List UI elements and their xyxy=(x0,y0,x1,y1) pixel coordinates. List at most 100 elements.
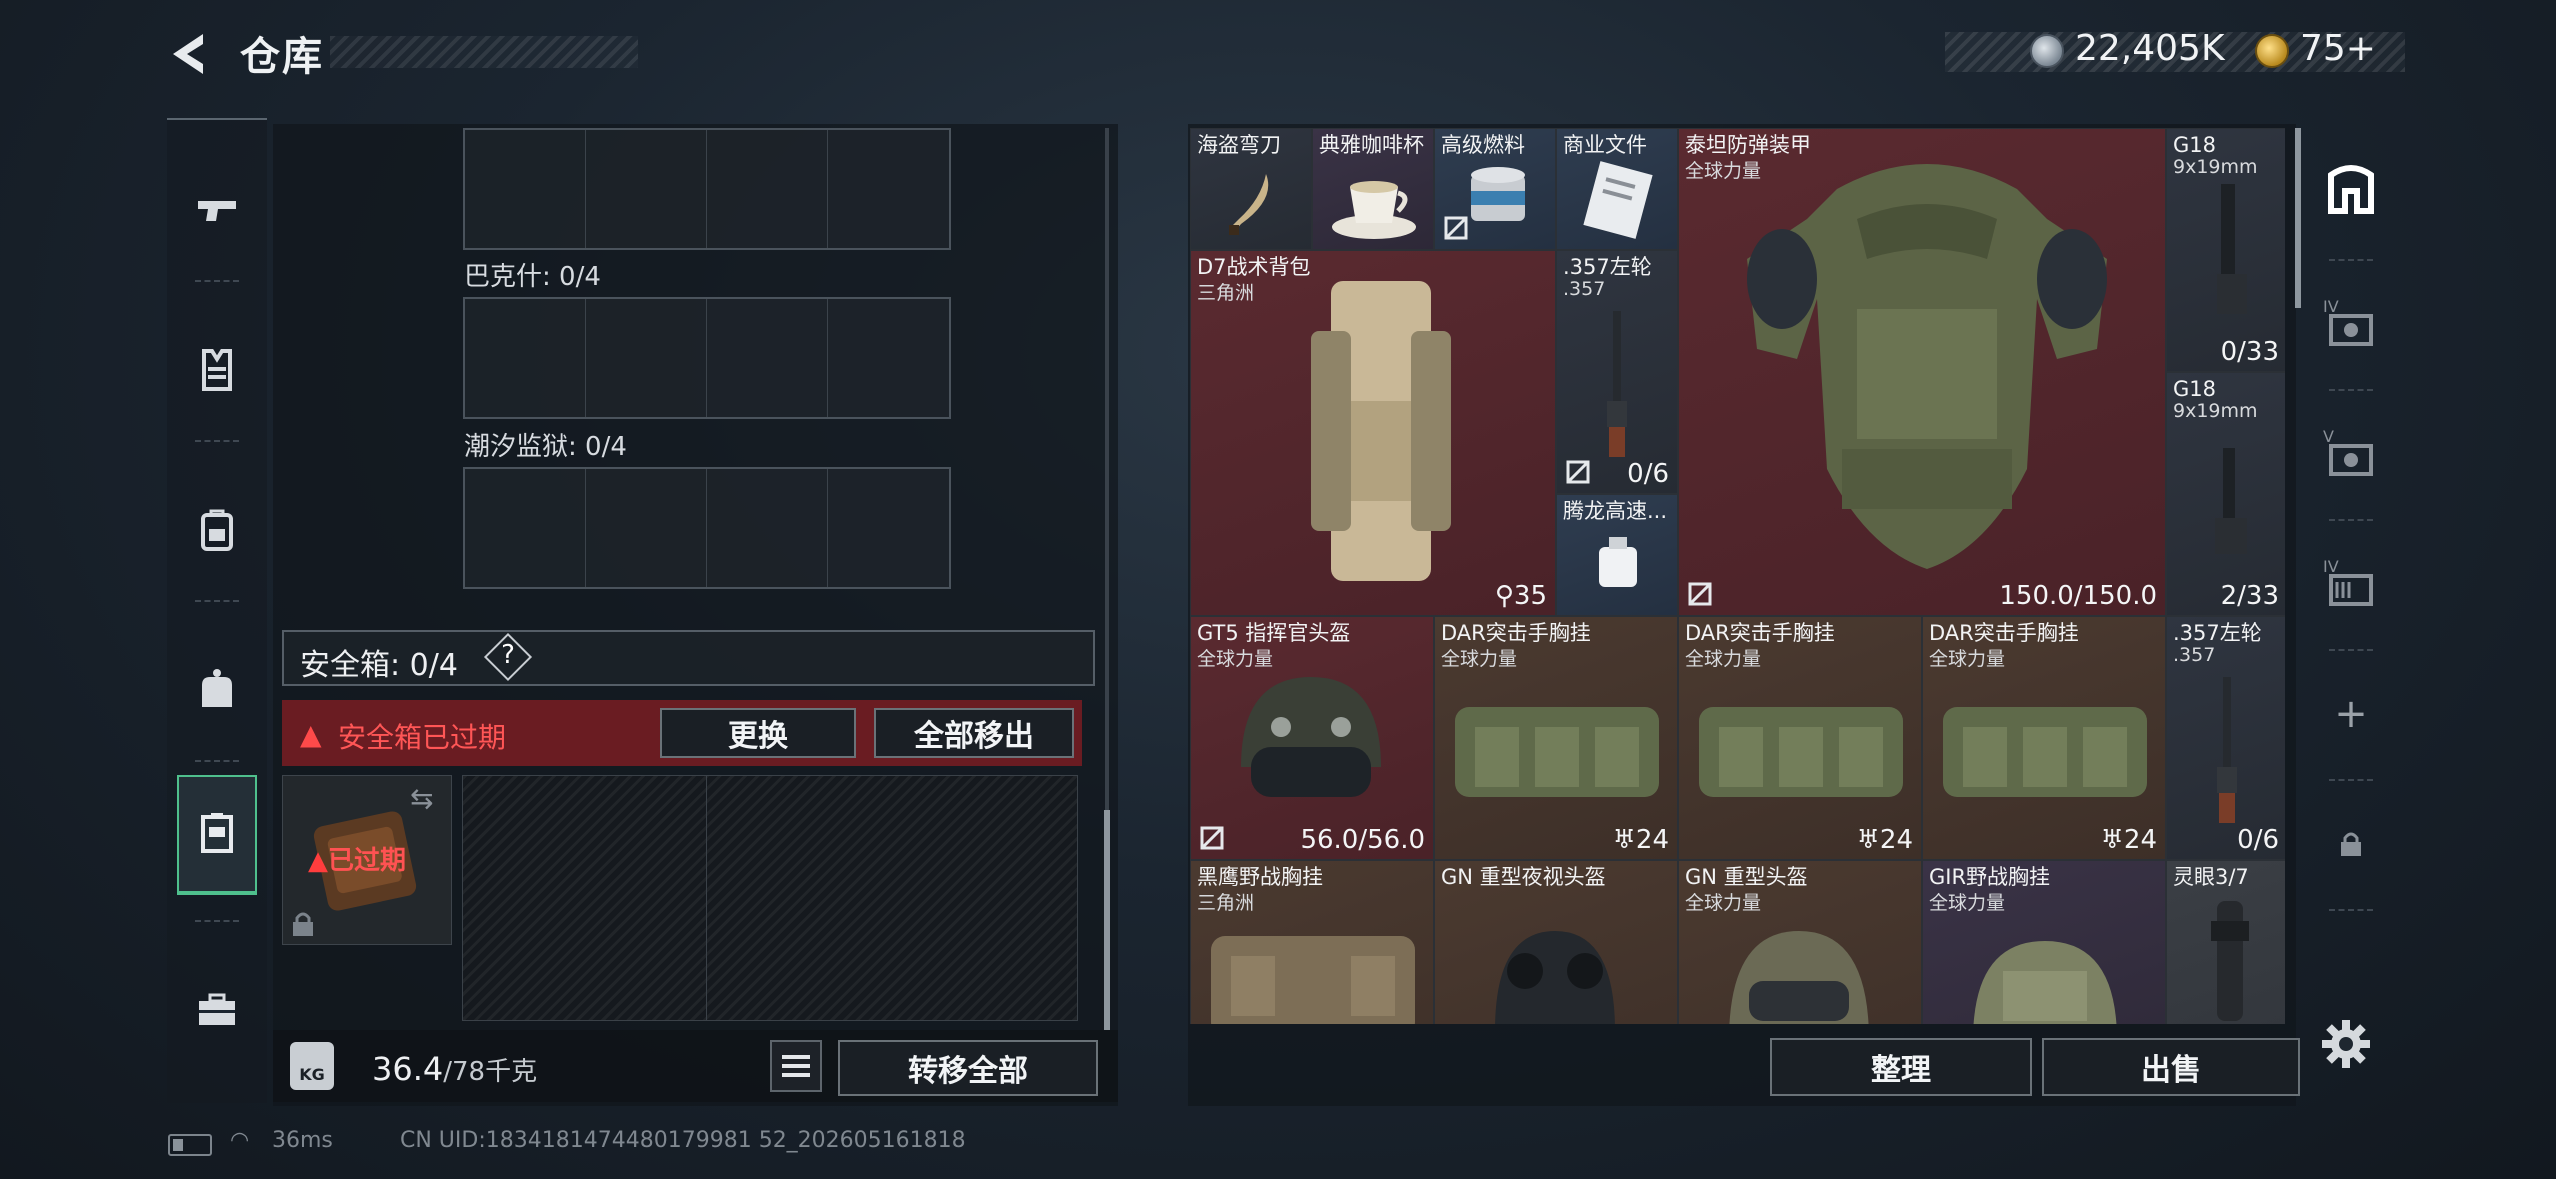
title-decoration xyxy=(330,36,638,68)
item-gn-heavy-helmet[interactable]: GN 重型头盔 全球力量 xyxy=(1678,860,1922,1024)
item-357-revolver-2[interactable]: .357左轮 .357 0/6 xyxy=(2166,616,2285,860)
coffee-cup-image xyxy=(1332,181,1416,239)
scope-image xyxy=(2211,901,2249,1021)
vest-small-icon: ♅ xyxy=(1612,825,1636,855)
armor-vest-image xyxy=(1747,164,2107,569)
stash-scrollbar-thumb[interactable] xyxy=(1104,810,1110,1030)
weight-icon: KG xyxy=(290,1042,334,1090)
container-label-tidal-prison: 潮汐监狱: 0/4 xyxy=(464,432,627,462)
item-pirate-cutlass[interactable]: 海盗弯刀 xyxy=(1190,128,1312,250)
item-premium-fuel[interactable]: 高级燃料 xyxy=(1434,128,1556,250)
category-chest-rig[interactable] xyxy=(177,630,257,750)
expansion-box-icon: IV xyxy=(2323,557,2373,606)
container-grid-2[interactable] xyxy=(463,297,951,419)
category-backpack[interactable] xyxy=(177,470,257,590)
gold-coin-icon xyxy=(2255,34,2289,68)
container-label-bakhsh: 巴克什: 0/4 xyxy=(464,262,601,292)
item-business-documents[interactable]: 商业文件 xyxy=(1556,128,1678,250)
transfer-all-button[interactable]: 转移全部 xyxy=(838,1040,1098,1096)
ping-value: 36ms xyxy=(272,1128,333,1153)
inventory-scrollbar-thumb[interactable] xyxy=(2295,128,2301,308)
safebox-grid-divider xyxy=(706,775,707,1021)
uid-text: CN UID:1834181474480179981 52_2026051618… xyxy=(400,1128,966,1153)
storage-home-tab[interactable] xyxy=(2315,134,2387,244)
currency-secondary-value[interactable]: 75+ xyxy=(2300,28,2376,69)
vest-icon xyxy=(202,349,232,391)
item-blackhawk-chest-rig[interactable]: 黑鹰野战胸挂 三角洲 xyxy=(1190,860,1434,1024)
category-rail xyxy=(167,118,267,1103)
item-d7-backpack[interactable]: D7战术背包 三角洲 ⚲35 xyxy=(1190,250,1556,616)
pistol-icon xyxy=(198,201,236,221)
sell-button[interactable]: 出售 xyxy=(2042,1038,2300,1096)
documents-image xyxy=(1583,161,1653,239)
item-spirit-eye-scope[interactable]: 灵眼3/7 xyxy=(2166,860,2285,1024)
bag-icon xyxy=(202,669,232,707)
back-arrow-icon[interactable] xyxy=(165,28,215,80)
currency-main-value: 22,405K xyxy=(2075,28,2225,69)
home-storage-icon xyxy=(2328,165,2374,214)
list-view-button[interactable] xyxy=(770,1040,822,1092)
storage-tab-iv-2[interactable]: IV xyxy=(2315,529,2387,639)
revolver-image xyxy=(2217,677,2237,823)
item-dar-chest-rig-2[interactable]: DAR突击手胸挂 全球力量 ♅24 xyxy=(1678,616,1922,860)
safebox-grid[interactable] xyxy=(462,775,1078,1021)
lock-icon xyxy=(2341,832,2361,856)
expansion-case-icon: IV xyxy=(2323,297,2373,346)
item-titan-armor[interactable]: 泰坦防弹装甲 全球力量 150.0/150.0 xyxy=(1678,128,2166,616)
sort-button[interactable]: 整理 xyxy=(1770,1038,2032,1096)
chest-rig-image xyxy=(1211,936,1415,1024)
backpack-image xyxy=(1311,281,1451,581)
page-title: 仓库 xyxy=(240,34,324,80)
move-all-out-button[interactable]: 全部移出 xyxy=(874,708,1074,758)
badge-iv: IV xyxy=(2323,557,2339,576)
container-grid-3[interactable] xyxy=(463,467,951,589)
replace-button[interactable]: 更换 xyxy=(660,708,856,758)
chest-rig-image xyxy=(1455,707,1659,797)
help-icon: ? xyxy=(501,640,515,670)
helmet-image xyxy=(1729,931,1869,1024)
item-dar-chest-rig[interactable]: DAR突击手胸挂 全球力量 ♅24 xyxy=(1434,616,1678,860)
battery-icon xyxy=(168,1134,212,1156)
expansion-case-icon: V xyxy=(2323,427,2373,476)
item-gn-heavy-nv-helmet[interactable]: GN 重型夜视头盔 xyxy=(1434,860,1678,1024)
inventory-grid: 海盗弯刀 典雅咖啡杯 高级燃料 商业文件 泰坦防弹装甲 全球力量 150.0/1… xyxy=(1190,128,2285,1024)
item-g18-pistol[interactable]: G18 9x19mm 0/33 xyxy=(2166,128,2285,372)
item-gir-chest-rig[interactable]: GIR野战胸挂 全球力量 xyxy=(1922,860,2166,1024)
category-weapons[interactable] xyxy=(177,150,257,270)
item-elegant-coffee-cup[interactable]: 典雅咖啡杯 xyxy=(1312,128,1434,250)
lock-icon xyxy=(293,912,313,936)
no-insure-icon xyxy=(1566,460,1590,484)
item-tenglong-drive[interactable]: 腾龙高速... xyxy=(1556,494,1678,616)
helmet-image xyxy=(1241,677,1381,797)
add-storage-button[interactable]: + xyxy=(2315,659,2387,769)
item-gt5-commander-helmet[interactable]: GT5 指挥官头盔 全球力量 56.0/56.0 xyxy=(1190,616,1434,860)
storage-tab-iv[interactable]: IV xyxy=(2315,269,2387,379)
coin-icon xyxy=(2030,34,2064,68)
safebox-icon xyxy=(201,813,233,853)
category-armor[interactable] xyxy=(177,310,257,430)
category-safebox[interactable] xyxy=(177,775,257,895)
locked-storage-tab[interactable] xyxy=(2315,789,2387,899)
storage-tab-v[interactable]: V xyxy=(2315,399,2387,509)
container-grid-1[interactable] xyxy=(463,128,951,250)
vest-small-icon: ♅ xyxy=(2100,825,2124,855)
settings-gear-icon[interactable] xyxy=(2320,1018,2372,1070)
item-g18-pistol-2[interactable]: G18 9x19mm 2/33 xyxy=(2166,372,2285,616)
item-dar-chest-rig-3[interactable]: DAR突击手胸挂 全球力量 ♅24 xyxy=(1922,616,2166,860)
toolbox-icon xyxy=(199,993,235,1025)
swap-icon[interactable]: ⇆ xyxy=(410,782,433,815)
item-357-revolver[interactable]: .357左轮 .357 0/6 xyxy=(1556,250,1678,494)
nv-helmet-image xyxy=(1495,931,1615,1024)
storage-page-rail: IV V IV + xyxy=(2305,124,2397,1044)
drive-image xyxy=(1599,537,1637,587)
no-insure-icon xyxy=(1200,826,1224,850)
category-toolbox[interactable] xyxy=(177,950,257,1070)
cutlass-image xyxy=(1229,174,1269,235)
backpack-icon xyxy=(201,509,233,551)
weight-readout: 36.4/78千克 xyxy=(372,1050,538,1088)
badge-v: V xyxy=(2323,427,2334,446)
badge-iv: IV xyxy=(2323,297,2339,316)
safebox-capacity: 安全箱: 0/4 xyxy=(300,648,458,683)
fuel-can-image xyxy=(1471,167,1525,221)
chest-rig-image xyxy=(1943,707,2147,797)
